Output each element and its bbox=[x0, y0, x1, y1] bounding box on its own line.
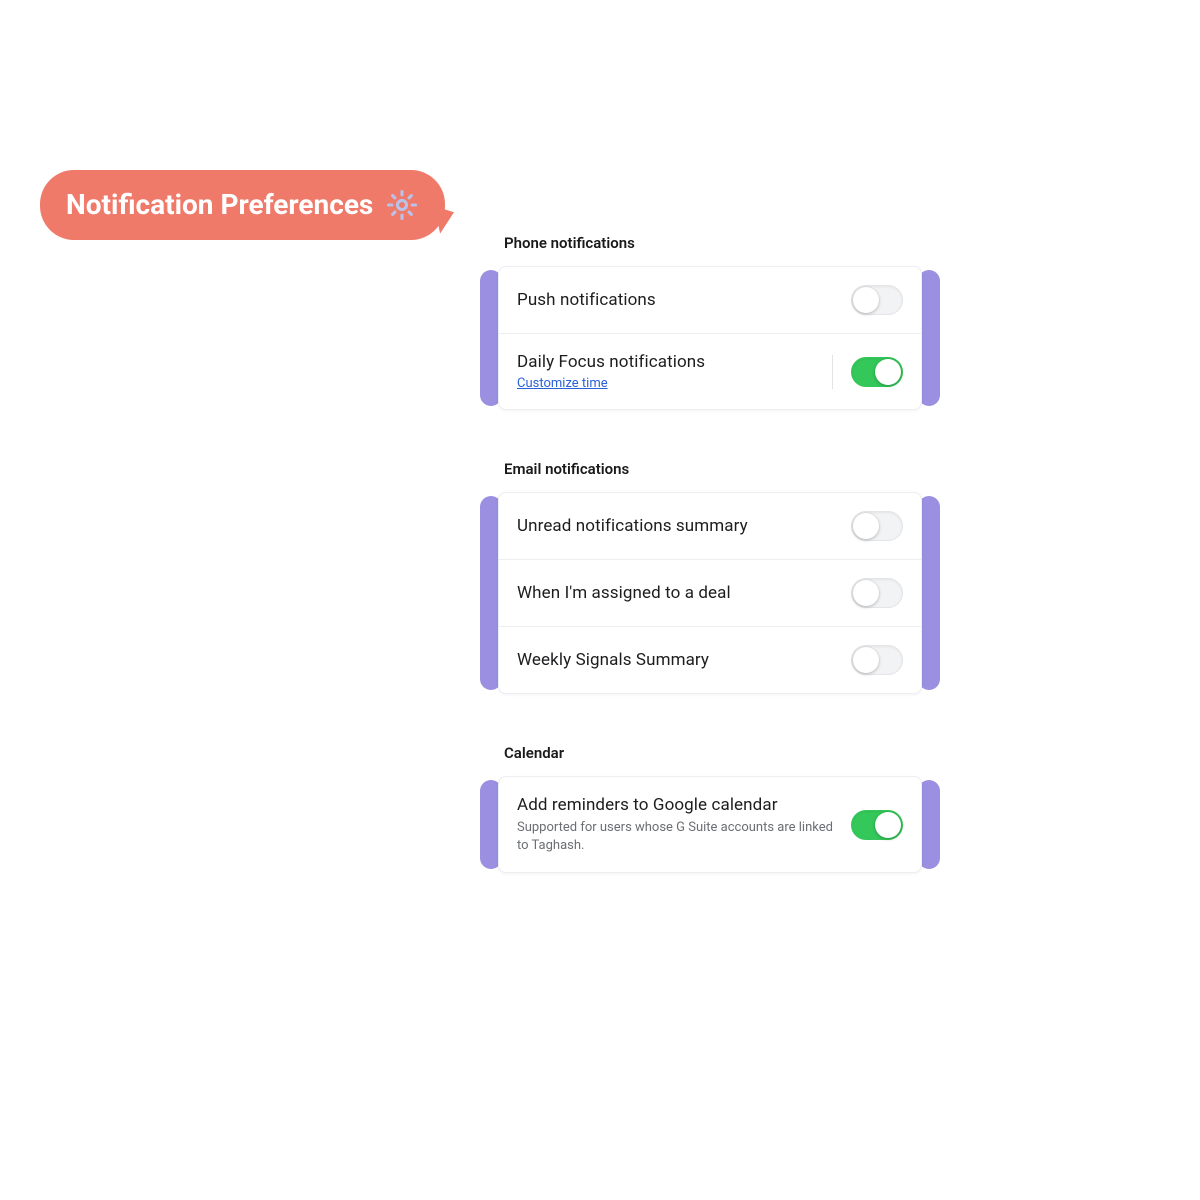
gear-icon bbox=[385, 188, 419, 222]
row-text: Unread notifications summary bbox=[517, 516, 835, 536]
page-title: Notification Preferences bbox=[66, 191, 373, 219]
row-text: When I'm assigned to a deal bbox=[517, 583, 835, 603]
row-google-calendar: Add reminders to Google calendar Support… bbox=[499, 777, 921, 872]
row-weekly-signals: Weekly Signals Summary bbox=[499, 626, 921, 693]
section-email: Unread notifications summary When I'm as… bbox=[480, 492, 940, 694]
row-text: Weekly Signals Summary bbox=[517, 650, 835, 670]
toggle-weekly-signals[interactable] bbox=[851, 645, 903, 675]
toggle-daily-focus[interactable] bbox=[851, 357, 903, 387]
card-calendar: Add reminders to Google calendar Support… bbox=[498, 776, 922, 873]
section-phone: Push notifications Daily Focus notificat… bbox=[480, 266, 940, 410]
row-push-notifications: Push notifications bbox=[499, 267, 921, 333]
customize-time-link[interactable]: Customize time bbox=[517, 376, 608, 391]
row-text: Add reminders to Google calendar Support… bbox=[517, 795, 835, 854]
row-title: When I'm assigned to a deal bbox=[517, 583, 835, 603]
section-label-calendar: Calendar bbox=[504, 744, 940, 762]
section-label-email: Email notifications bbox=[504, 460, 940, 478]
row-unread-summary: Unread notifications summary bbox=[499, 493, 921, 559]
row-subtitle: Supported for users whose G Suite accoun… bbox=[517, 819, 835, 854]
row-text: Push notifications bbox=[517, 290, 835, 310]
section-calendar: Add reminders to Google calendar Support… bbox=[480, 776, 940, 873]
toggle-google-calendar[interactable] bbox=[851, 810, 903, 840]
divider-vertical bbox=[832, 355, 833, 389]
row-title: Add reminders to Google calendar bbox=[517, 795, 835, 815]
row-title: Unread notifications summary bbox=[517, 516, 835, 536]
settings-column: Phone notifications Push notifications D… bbox=[480, 234, 940, 923]
toggle-push-notifications[interactable] bbox=[851, 285, 903, 315]
page-title-bubble: Notification Preferences bbox=[40, 170, 445, 240]
row-title: Push notifications bbox=[517, 290, 835, 310]
card-phone: Push notifications Daily Focus notificat… bbox=[498, 266, 922, 410]
row-text: Daily Focus notifications Customize time bbox=[517, 352, 816, 391]
toggle-unread-summary[interactable] bbox=[851, 511, 903, 541]
row-title: Daily Focus notifications bbox=[517, 352, 816, 372]
row-daily-focus: Daily Focus notifications Customize time bbox=[499, 333, 921, 409]
toggle-assigned-deal[interactable] bbox=[851, 578, 903, 608]
row-assigned-deal: When I'm assigned to a deal bbox=[499, 559, 921, 626]
section-label-phone: Phone notifications bbox=[504, 234, 940, 252]
card-email: Unread notifications summary When I'm as… bbox=[498, 492, 922, 694]
row-title: Weekly Signals Summary bbox=[517, 650, 835, 670]
